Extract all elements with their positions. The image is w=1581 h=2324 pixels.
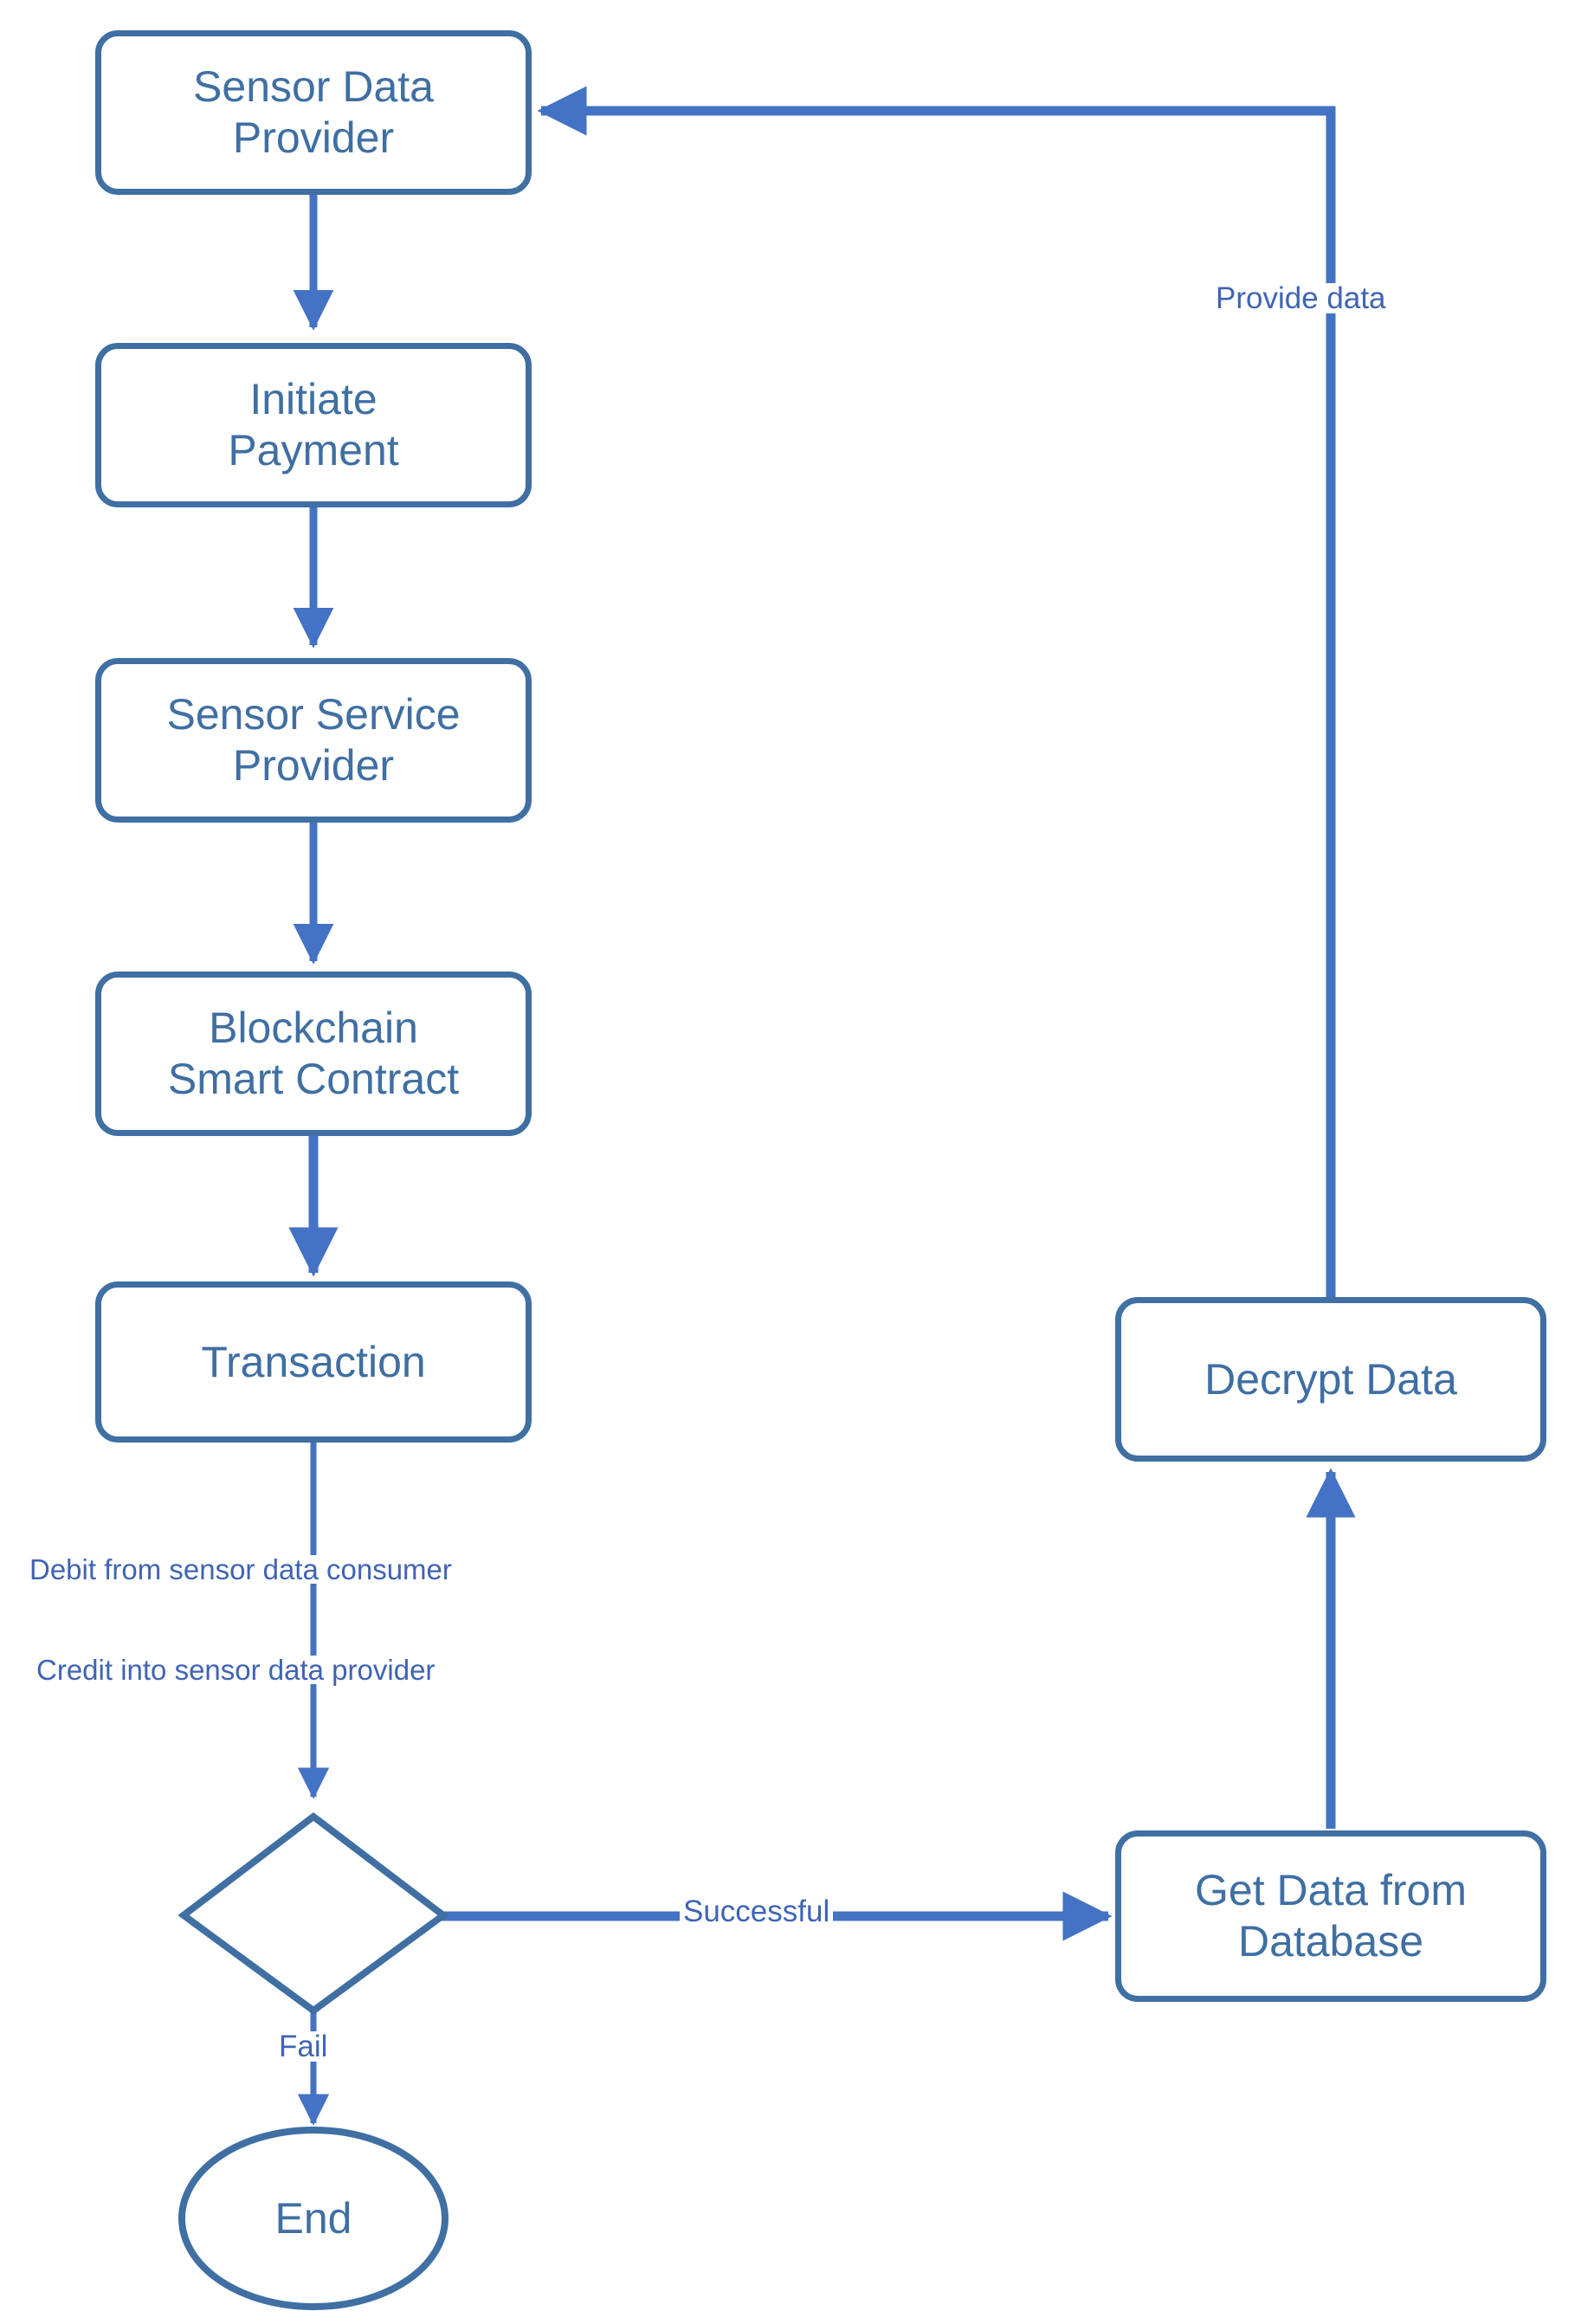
edge-label-text: Fail — [279, 2030, 328, 2063]
node-decrypt-data[interactable]: Decrypt Data — [1115, 1297, 1546, 1462]
flowchart-canvas: Sensor Data Provider Initiate Payment Se… — [0, 0, 1581, 2324]
edge-label-credit: Credit into sensor data provider — [33, 1654, 439, 1686]
node-label: Sensor Data Provider — [193, 62, 434, 162]
node-label: Sensor Service Provider — [166, 690, 461, 790]
edge-label-provide-data: Provide data — [1212, 283, 1390, 313]
edge-label-text: Debit from sensor data consumer — [29, 1553, 452, 1585]
node-sensor-service-provider[interactable]: Sensor Service Provider — [95, 658, 532, 823]
edge-label-text: Credit into sensor data provider — [36, 1654, 436, 1686]
node-label: Get Data from Database — [1195, 1866, 1467, 1966]
edge-label-text: Successful — [683, 1895, 830, 1928]
node-decision[interactable] — [184, 1817, 443, 2011]
node-transaction[interactable]: Transaction — [95, 1281, 532, 1443]
node-initiate-payment[interactable]: Initiate Payment — [95, 343, 532, 507]
node-sensor-data-provider[interactable]: Sensor Data Provider — [95, 30, 532, 195]
edge-label-debit: Debit from sensor data consumer — [26, 1555, 455, 1584]
edge-label-successful: Successful — [680, 1895, 834, 1928]
node-label: Decrypt Data — [1204, 1354, 1457, 1404]
node-label: Blockchain Smart Contract — [167, 1004, 460, 1103]
edge-label-fail: Fail — [275, 2030, 332, 2063]
node-label: Initiate Payment — [228, 375, 399, 474]
node-label: Transaction — [201, 1337, 426, 1386]
node-label: End — [274, 2193, 352, 2243]
node-blockchain-smart-contract[interactable]: Blockchain Smart Contract — [95, 972, 532, 1136]
node-end[interactable]: End — [182, 2130, 445, 2307]
edge-label-text: Provide data — [1216, 281, 1386, 315]
node-get-data-from-database[interactable]: Get Data from Database — [1115, 1830, 1546, 2002]
